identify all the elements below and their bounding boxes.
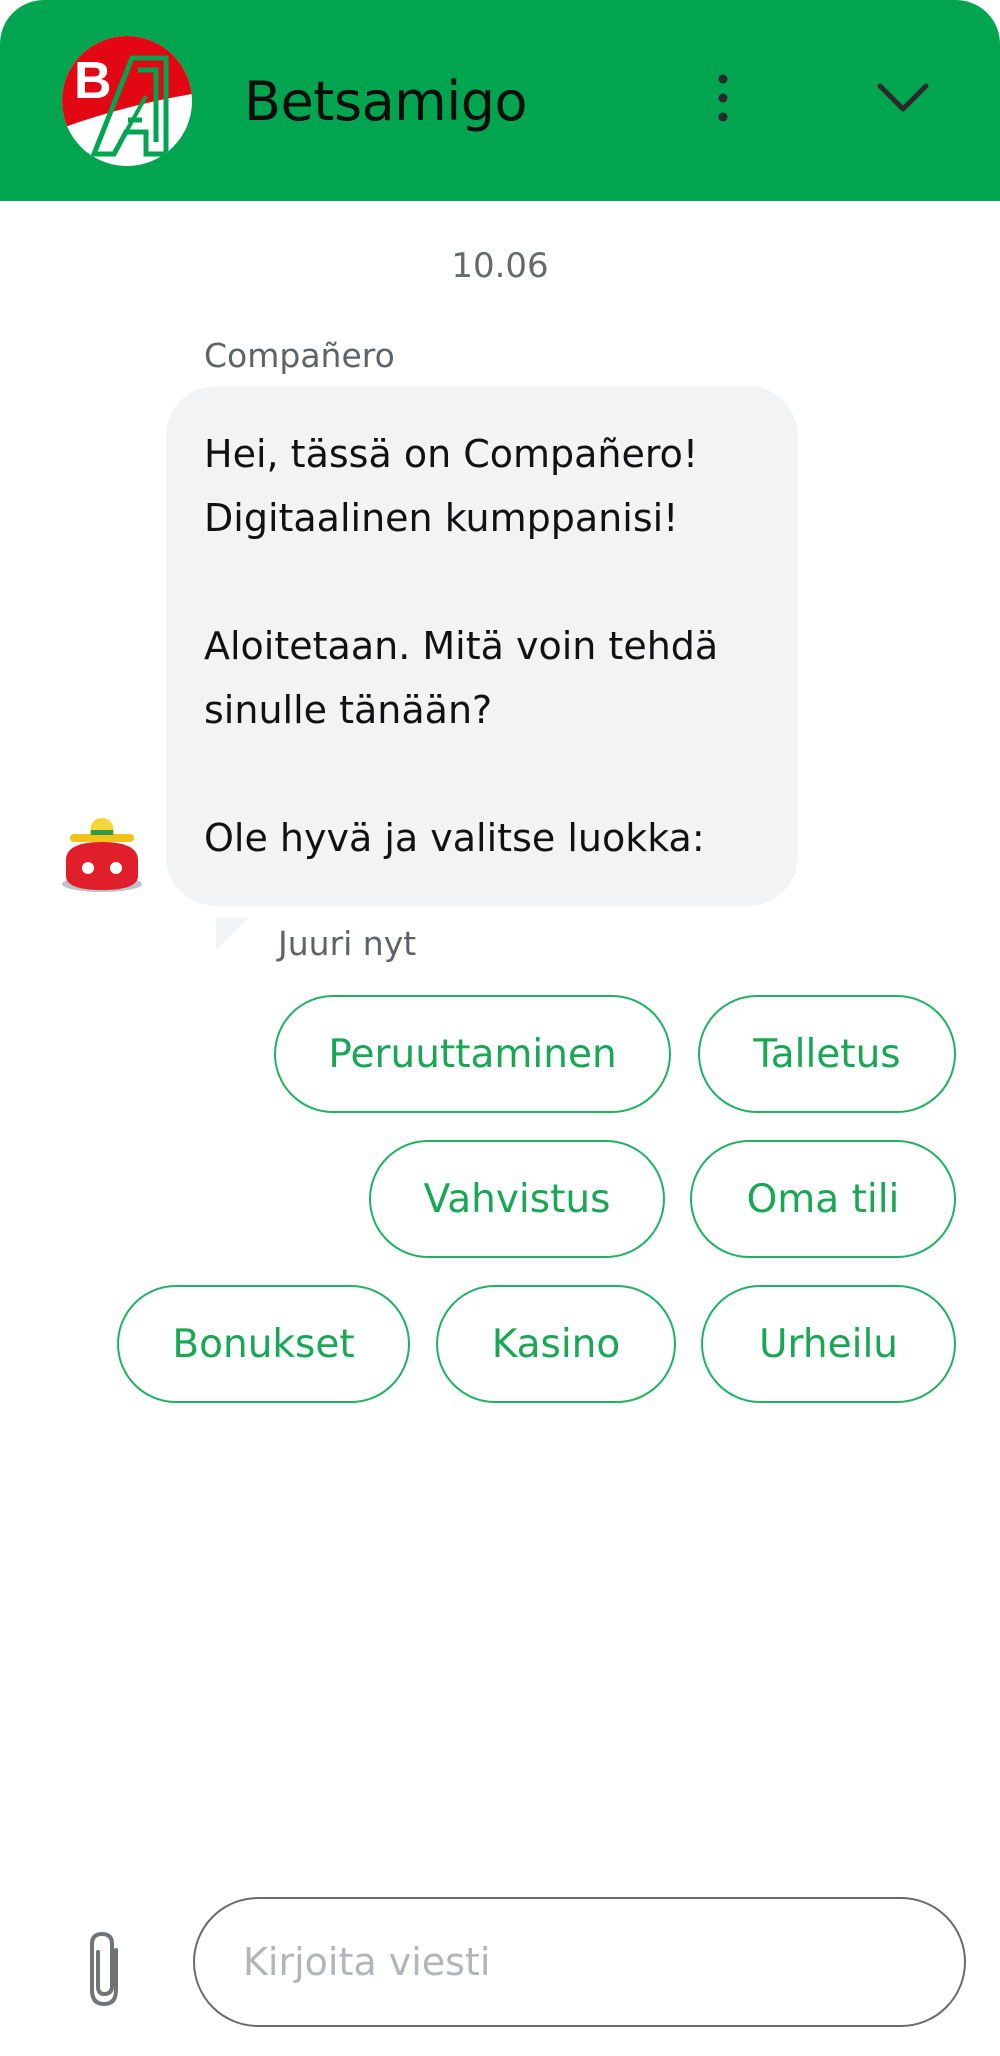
quick-reply-kasino[interactable]: Kasino bbox=[436, 1285, 676, 1403]
more-vertical-icon[interactable] bbox=[700, 68, 746, 132]
bubble-tail bbox=[216, 918, 248, 950]
sender-name: Compañero bbox=[204, 336, 395, 375]
message-timestamp: Juuri nyt bbox=[278, 924, 417, 963]
betsamigo-logo-icon: B bbox=[62, 36, 192, 166]
quick-reply-bonukset[interactable]: Bonukset bbox=[117, 1285, 410, 1403]
quick-reply-talletus[interactable]: Talletus bbox=[698, 995, 956, 1113]
message-line: Digitaalinen kumppanisi! bbox=[204, 496, 679, 540]
chat-title: Betsamigo bbox=[244, 70, 528, 133]
message-line: Hei, tässä on Compañero! bbox=[204, 432, 699, 476]
bot-avatar-icon bbox=[56, 806, 148, 898]
quick-reply-urheilu[interactable]: Urheilu bbox=[701, 1285, 956, 1403]
date-separator: 10.06 bbox=[451, 246, 549, 286]
message-input[interactable] bbox=[193, 1897, 966, 2027]
svg-text:B: B bbox=[74, 52, 112, 110]
bot-message-bubble: Hei, tässä on Compañero! Digitaalinen ku… bbox=[166, 386, 798, 906]
message-line: Aloitetaan. Mitä voin tehdä bbox=[204, 624, 719, 668]
quick-reply-peruuttaminen[interactable]: Peruuttaminen bbox=[274, 995, 671, 1113]
chat-widget: B Betsamigo 10.06 Compañero Hei, tässä o… bbox=[0, 0, 1000, 2056]
chat-header: B Betsamigo bbox=[0, 0, 1000, 201]
chevron-down-icon[interactable] bbox=[870, 72, 936, 124]
message-line: sinulle tänään? bbox=[204, 688, 493, 732]
quick-reply-vahvistus[interactable]: Vahvistus bbox=[369, 1140, 665, 1258]
message-line: Ole hyvä ja valitse luokka: bbox=[204, 816, 705, 860]
quick-reply-oma-tili[interactable]: Oma tili bbox=[690, 1140, 956, 1258]
paperclip-icon[interactable] bbox=[82, 1928, 130, 2012]
